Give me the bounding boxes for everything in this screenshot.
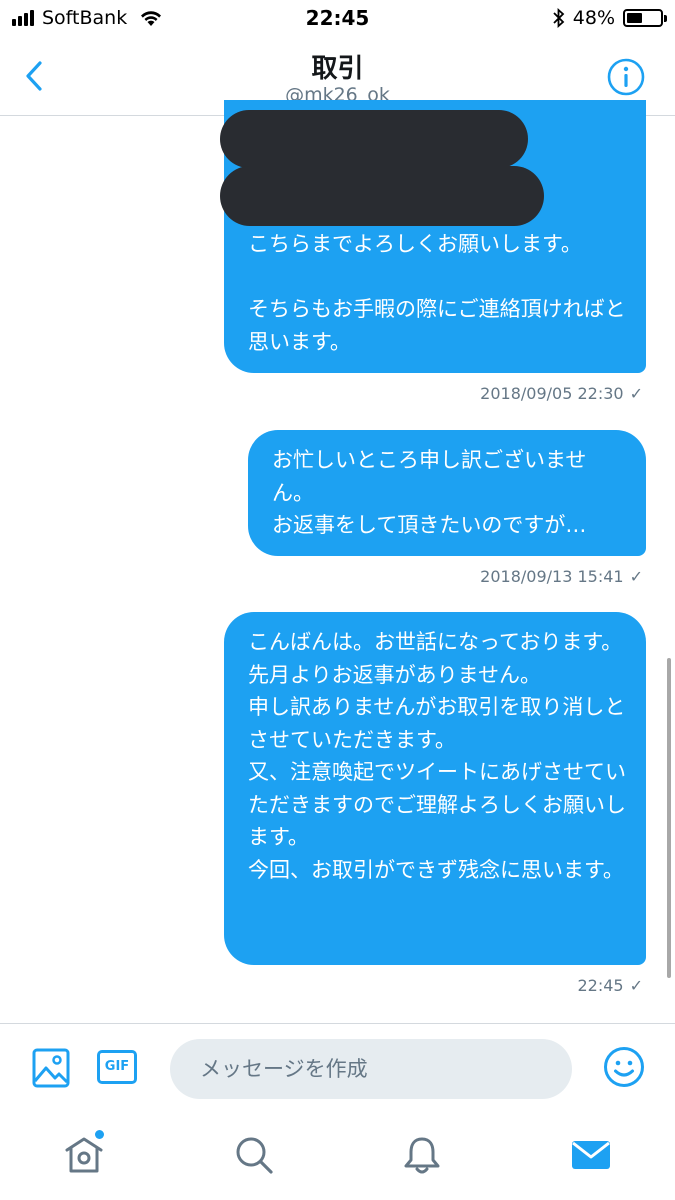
emoji-icon[interactable] xyxy=(603,1046,645,1088)
notifications-icon[interactable] xyxy=(400,1133,444,1177)
bluetooth-icon xyxy=(553,8,565,28)
gif-icon[interactable]: GIF xyxy=(97,1050,137,1084)
image-icon[interactable] xyxy=(32,1048,70,1088)
messages-icon[interactable] xyxy=(569,1133,613,1177)
battery-percent: 48% xyxy=(572,7,615,29)
message-timestamp: 22:45 ✓ xyxy=(577,976,643,995)
tab-bar xyxy=(0,1113,675,1200)
home-icon[interactable] xyxy=(62,1133,106,1177)
battery-level xyxy=(627,13,643,23)
scrollbar[interactable] xyxy=(667,658,671,978)
battery-icon xyxy=(623,9,667,27)
conversation-title: 取引 xyxy=(311,54,364,84)
notification-dot xyxy=(95,1130,104,1139)
message-bubble[interactable]: お忙しいところ申し訳ございません。 お返事をして頂きたいのですが… xyxy=(248,430,646,556)
sent-check-icon: ✓ xyxy=(629,384,643,403)
message-input[interactable] xyxy=(170,1039,572,1099)
status-bar: SoftBank 22:45 48% xyxy=(0,0,675,40)
info-icon[interactable] xyxy=(607,58,645,96)
search-icon[interactable] xyxy=(232,1133,276,1177)
timestamp-text: 2018/09/13 15:41 xyxy=(480,567,624,586)
message-bubble[interactable]: こんばんは。お世話になっております。 先月よりお返事がありません。 申し訳ありま… xyxy=(224,612,646,965)
redaction-bar xyxy=(220,166,544,226)
redaction-bar xyxy=(220,110,528,168)
timestamp-text: 22:45 xyxy=(577,976,624,995)
message-composer: GIF xyxy=(0,1023,675,1114)
sent-check-icon: ✓ xyxy=(629,567,643,586)
message-timestamp: 2018/09/05 22:30 ✓ xyxy=(480,384,643,403)
sent-check-icon: ✓ xyxy=(629,976,643,995)
timestamp-text: 2018/09/05 22:30 xyxy=(480,384,624,403)
message-timestamp: 2018/09/13 15:41 ✓ xyxy=(480,567,643,586)
status-right: 48% xyxy=(553,7,667,29)
